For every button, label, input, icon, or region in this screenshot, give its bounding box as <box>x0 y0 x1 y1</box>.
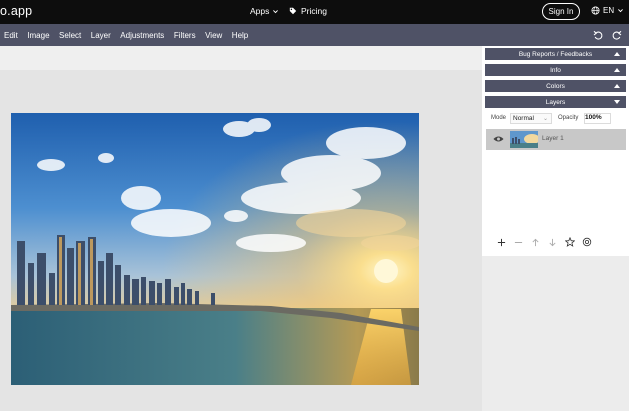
options-strip <box>0 46 482 70</box>
undo-icon[interactable] <box>593 30 603 40</box>
pricing-label: Pricing <box>301 6 327 16</box>
menu-adjustments[interactable]: Adjustments <box>120 31 164 40</box>
triangle-up-icon <box>614 68 620 72</box>
layer-thumbnail <box>510 131 538 148</box>
layers-panel-body <box>482 46 629 256</box>
layers-label: Layers <box>545 98 566 106</box>
arrow-down-icon <box>549 238 556 246</box>
colors-panel-header[interactable]: Colors <box>485 80 626 92</box>
mode-label: Mode <box>491 115 507 121</box>
chevron-down-icon <box>273 9 279 13</box>
menu-filters[interactable]: Filters <box>174 31 196 40</box>
star-icon <box>564 237 575 247</box>
blend-mode-value: Normal <box>513 115 534 122</box>
menu-items: Edit Image Select Layer Adjustments Filt… <box>4 24 258 46</box>
move-layer-up-button[interactable] <box>527 234 544 250</box>
chevron-down-icon: ⌄ <box>542 116 548 122</box>
menu-image[interactable]: Image <box>27 31 49 40</box>
chevron-down-icon <box>618 9 624 13</box>
gear-icon <box>582 237 591 247</box>
layer-thumbnail-image <box>510 131 538 148</box>
colors-label: Colors <box>546 82 565 90</box>
eye-icon[interactable] <box>493 135 504 143</box>
redo-icon[interactable] <box>612 30 622 40</box>
add-layer-button[interactable] <box>493 234 510 250</box>
menu-layer[interactable]: Layer <box>91 31 111 40</box>
brand-logo[interactable]: o.app <box>0 4 32 18</box>
triangle-down-icon <box>614 100 620 104</box>
triangle-up-icon <box>614 52 620 56</box>
canvas-image[interactable] <box>11 113 419 385</box>
layer-row[interactable]: Layer 1 <box>486 129 626 150</box>
language-selector[interactable]: EN <box>591 6 624 15</box>
menu-select[interactable]: Select <box>59 31 81 40</box>
apps-label: Apps <box>250 6 270 16</box>
tag-icon <box>289 7 297 15</box>
menu-view[interactable]: View <box>205 31 222 40</box>
globe-icon <box>591 6 600 15</box>
layer-settings-button[interactable] <box>578 234 595 250</box>
menu-bar: Edit Image Select Layer Adjustments Filt… <box>0 24 629 46</box>
menu-edit[interactable]: Edit <box>4 31 18 40</box>
menu-help[interactable]: Help <box>232 31 248 40</box>
pricing-link[interactable]: Pricing <box>289 6 327 16</box>
remove-layer-button[interactable] <box>510 234 527 250</box>
layer-tools <box>493 234 595 250</box>
bug-reports-label: Bug Reports / Feedbacks <box>518 50 593 58</box>
top-bar: o.app Apps Pricing Sign In EN <box>0 0 629 24</box>
layer-effects-button[interactable] <box>561 234 578 250</box>
info-panel-header[interactable]: Info <box>485 64 626 76</box>
city-sunset-photo <box>11 113 419 385</box>
apps-menu-button[interactable]: Apps <box>250 6 279 16</box>
sign-in-button[interactable]: Sign In <box>542 3 580 20</box>
triangle-up-icon <box>614 84 620 88</box>
opacity-label: Opacity <box>558 115 579 121</box>
move-layer-down-button[interactable] <box>544 234 561 250</box>
minus-icon <box>514 241 523 243</box>
blend-mode-select[interactable]: Normal ⌄ <box>510 113 552 124</box>
info-label: Info <box>550 66 561 74</box>
layers-panel-header[interactable]: Layers <box>485 96 626 108</box>
opacity-value: 100% <box>585 114 602 121</box>
plus-icon <box>497 238 506 246</box>
arrow-up-icon <box>532 238 539 246</box>
language-label: EN <box>603 6 615 15</box>
bug-reports-panel-header[interactable]: Bug Reports / Feedbacks <box>485 48 626 60</box>
layer-name: Layer 1 <box>542 135 564 142</box>
